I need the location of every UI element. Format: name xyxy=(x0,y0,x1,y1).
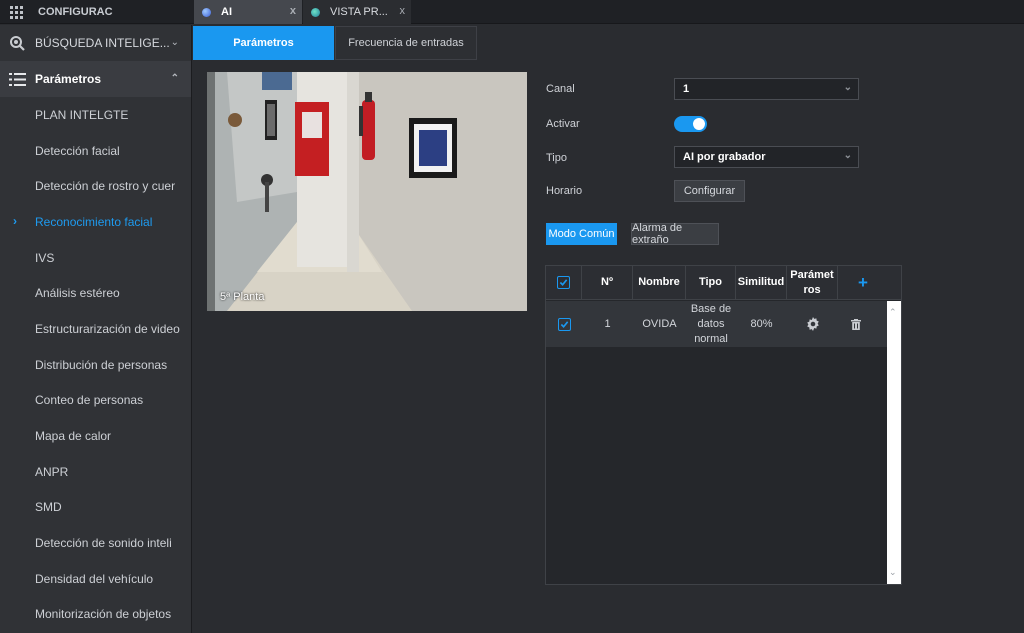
configurar-button[interactable]: Configurar xyxy=(674,180,745,202)
camera-label: 5ª Planta xyxy=(220,291,265,303)
activar-label: Activar xyxy=(546,118,580,130)
sidebar: BÚSQUEDA INTELIGE... ⌄ Parámetros ⌃ PLAN… xyxy=(0,25,192,633)
sidebar-item-label: Reconocimiento facial xyxy=(35,214,153,229)
sidebar-item-conteo-personas[interactable]: Conteo de personas xyxy=(0,383,191,419)
horario-label: Horario xyxy=(546,185,583,197)
face-database-table: Nº Nombre Tipo Similitud Parámetros + 1 … xyxy=(545,265,902,585)
top-bar: CONFIGURAC AI x VISTA PR... x xyxy=(0,0,1024,24)
sidebar-item-smd[interactable]: SMD xyxy=(0,490,191,526)
live-view-tab-icon xyxy=(311,7,320,17)
sidebar-section-label: BÚSQUEDA INTELIGE... xyxy=(35,36,170,50)
alarma-extrano-button[interactable]: Alarma de extraño xyxy=(631,222,719,246)
table-header: Nº Nombre Tipo Similitud Parámetros + xyxy=(546,266,901,300)
table-scrollbar[interactable]: ⌃ ⌄ xyxy=(887,301,901,584)
tab-ai-label: AI xyxy=(221,6,232,18)
canal-select[interactable]: 1 ⌄ xyxy=(674,78,859,100)
header-select-all[interactable] xyxy=(546,266,582,299)
tipo-select[interactable]: AI por grabador ⌄ xyxy=(674,146,859,168)
toggle-knob xyxy=(693,118,705,130)
sidebar-item-plan-intelgte[interactable]: PLAN INTELGTE xyxy=(0,97,191,133)
checkbox-checked-icon[interactable] xyxy=(557,317,571,331)
sidebar-item-mapa-calor[interactable]: Mapa de calor xyxy=(0,418,191,454)
ai-tab-icon xyxy=(202,7,211,17)
tab-parametros[interactable]: Parámetros xyxy=(193,26,334,60)
tab-vista-previa[interactable]: VISTA PR... x xyxy=(303,0,411,24)
trash-icon[interactable] xyxy=(838,301,874,347)
close-icon[interactable]: x xyxy=(290,5,296,17)
header-similitud: Similitud xyxy=(736,266,787,299)
sidebar-item-deteccion-facial[interactable]: Detección facial xyxy=(0,133,191,169)
sidebar-item-distribucion-personas[interactable]: Distribución de personas xyxy=(0,347,191,383)
chevron-down-icon: ⌄ xyxy=(843,82,852,93)
gear-icon[interactable] xyxy=(787,301,838,347)
checkbox-checked-icon[interactable] xyxy=(557,276,570,289)
sidebar-item-deteccion-sonido[interactable]: Detección de sonido inteli xyxy=(0,525,191,561)
tipo-label: Tipo xyxy=(546,152,567,164)
sidebar-item-monitorizacion-objetos[interactable]: Monitorización de objetos xyxy=(0,597,191,633)
camera-preview: 5ª Planta xyxy=(207,72,527,311)
row-similitud: 80% xyxy=(750,317,773,330)
chevron-up-icon[interactable]: ⌃ xyxy=(889,307,897,318)
modo-comun-button[interactable]: Modo Común xyxy=(546,223,617,245)
tab-frecuencia-entradas[interactable]: Frecuencia de entradas xyxy=(335,26,477,60)
close-icon[interactable]: x xyxy=(400,5,406,17)
chevron-down-icon[interactable]: ⌄ xyxy=(889,567,897,578)
camera-scene-image xyxy=(207,72,527,311)
sidebar-item-ivs[interactable]: IVS xyxy=(0,240,191,276)
list-icon xyxy=(9,71,26,88)
tipo-value: AI por grabador xyxy=(683,151,766,163)
app-title-area[interactable]: CONFIGURAC xyxy=(0,0,192,24)
sidebar-item-estructurarizacion[interactable]: Estructurarización de video xyxy=(0,311,191,347)
grid-menu-icon[interactable] xyxy=(10,5,23,19)
tab-ai[interactable]: AI x xyxy=(194,0,302,24)
sidebar-item-deteccion-rostro-cuerpo[interactable]: Detección de rostro y cuer xyxy=(0,168,191,204)
activar-toggle[interactable] xyxy=(674,116,707,132)
smart-search-icon xyxy=(9,35,26,52)
row-select-cell[interactable] xyxy=(546,301,582,347)
canal-value: 1 xyxy=(683,83,690,95)
sidebar-section-parametros[interactable]: Parámetros ⌃ xyxy=(0,61,191,97)
chevron-down-icon: ⌄ xyxy=(170,37,179,48)
table-row[interactable]: 1 OVIDA Base de datos normal 80% xyxy=(546,301,887,347)
app-root: CONFIGURAC AI x VISTA PR... x BÚSQUEDA I… xyxy=(0,0,1024,633)
app-title: CONFIGURAC xyxy=(38,6,113,18)
row-nombre: OVIDA xyxy=(642,317,677,330)
sidebar-section-label: Parámetros xyxy=(35,72,102,86)
header-tipo: Tipo xyxy=(686,266,736,299)
add-icon[interactable]: + xyxy=(838,266,888,299)
sidebar-item-anpr[interactable]: ANPR xyxy=(0,454,191,490)
tab-vista-label: VISTA PR... xyxy=(330,6,388,18)
header-no: Nº xyxy=(582,266,633,299)
chevron-right-icon: › xyxy=(13,214,17,229)
header-nombre: Nombre xyxy=(633,266,686,299)
row-tipo: Base de datos normal xyxy=(690,302,732,345)
chevron-down-icon: ⌄ xyxy=(843,150,852,161)
row-no: 1 xyxy=(604,317,611,330)
canal-label: Canal xyxy=(546,83,575,95)
sidebar-section-busqueda[interactable]: BÚSQUEDA INTELIGE... ⌄ xyxy=(0,25,191,61)
sidebar-item-analisis-estereo[interactable]: Análisis estéreo xyxy=(0,275,191,311)
chevron-up-icon: ⌃ xyxy=(170,73,179,84)
sidebar-item-densidad-vehiculo[interactable]: Densidad del vehículo xyxy=(0,561,191,597)
sidebar-item-reconocimiento-facial[interactable]: › Reconocimiento facial xyxy=(0,204,191,240)
header-parametros: Parámetros xyxy=(787,266,838,299)
